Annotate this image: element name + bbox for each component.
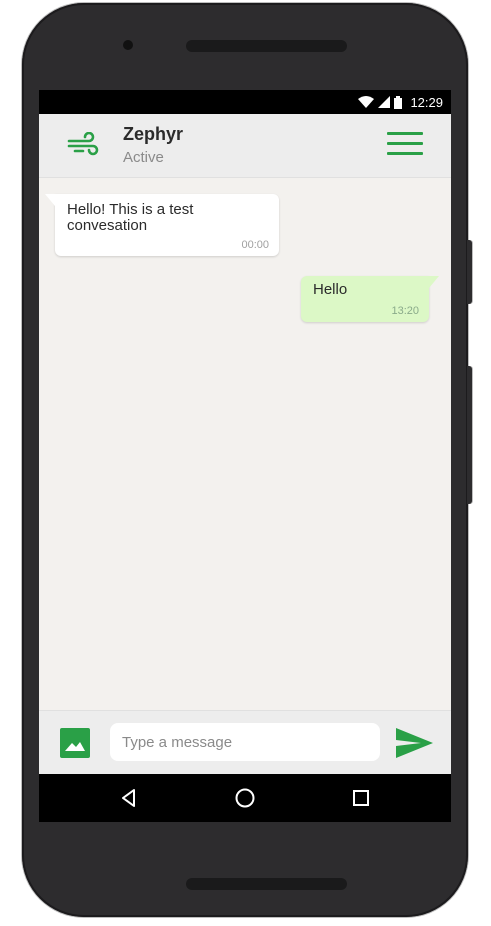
incoming-message: Hello! This is a test convesation 00:00 [45,194,279,256]
status-bar: 12:29 [39,90,451,114]
status-time: 12:29 [410,94,443,110]
image-icon[interactable] [60,728,90,758]
back-icon[interactable] [117,786,141,810]
wind-icon [67,131,101,163]
message-time: 00:00 [241,239,269,251]
power-button [467,366,472,504]
message-time: 13:20 [391,305,419,317]
volume-button [467,240,472,304]
message-list: Hello! This is a test convesation 00:00 … [39,178,451,710]
earpiece-speaker [186,40,347,52]
message-text: Hello [313,281,348,298]
android-nav-bar [39,774,451,822]
message-text: Hello! This is a test convesation [67,201,194,234]
message-input[interactable] [110,723,380,761]
battery-icon [394,95,403,109]
outgoing-message: Hello 13:20 [301,276,439,322]
contact-name: Zephyr [123,124,184,144]
message-composer [39,710,451,774]
wifi-icon [358,96,375,108]
phone-screen: 12:29 Zephyr Active Hello! This is a tes… [39,90,451,822]
recents-icon[interactable] [349,786,373,810]
front-camera [123,40,133,50]
hamburger-menu-icon[interactable] [387,132,425,160]
bottom-speaker [186,878,347,890]
chat-header: Zephyr Active [39,114,451,178]
send-icon[interactable] [395,726,435,760]
home-icon[interactable] [233,786,257,810]
signal-icon [378,96,391,108]
contact-status: Active [123,149,164,166]
